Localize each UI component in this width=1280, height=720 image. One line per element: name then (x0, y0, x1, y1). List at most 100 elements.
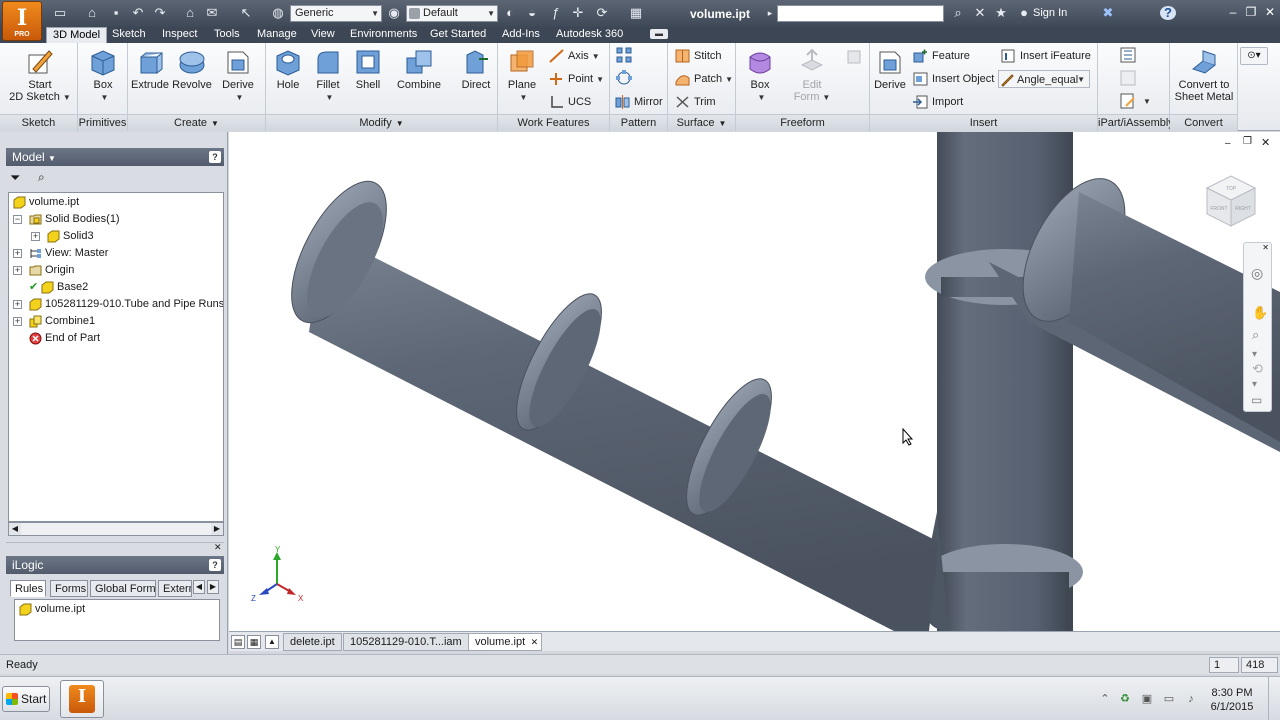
crosshair-icon[interactable]: ✛ (570, 6, 586, 20)
patch-button[interactable]: Patch ▼ (674, 70, 733, 88)
new-file-icon[interactable]: ▭ (52, 6, 68, 20)
doc-tab-tube-pipe-runs[interactable]: 105281129-010.T...iam (343, 633, 469, 651)
edit-form-button[interactable]: Edit Form ▼ (792, 47, 832, 103)
zoom-icon[interactable]: ⌕ (1252, 327, 1259, 343)
tools-icon[interactable]: ✕ (972, 6, 988, 20)
orbit-dropdown-icon[interactable]: ▾ (1252, 379, 1257, 390)
help-icon[interactable]: ? (209, 559, 221, 571)
open-file-icon[interactable]: ⌂ (84, 6, 100, 20)
scroll-left-icon[interactable]: ◀ (9, 523, 21, 535)
find-binoculars-icon[interactable]: ⌕ (38, 170, 45, 185)
ilogic-tab-forms[interactable]: Forms (50, 580, 88, 597)
shell-button[interactable]: Shell (350, 47, 386, 91)
mail-icon[interactable]: ✉ (204, 6, 220, 20)
redo-icon[interactable]: ↷ (152, 6, 168, 20)
help-icon[interactable]: ? (209, 151, 221, 163)
derive-button[interactable]: Derive ▼ (216, 47, 260, 103)
appearance-combo[interactable]: Default ▼ (406, 5, 498, 22)
exchange-apps-icon[interactable]: ✖ (1100, 6, 1116, 20)
ifeature-dropdown[interactable]: Angle_equal ▼ (998, 70, 1090, 88)
expand-icon[interactable]: + (13, 249, 22, 258)
collapse-icon[interactable]: − (13, 215, 22, 224)
expand-icon[interactable]: + (13, 300, 22, 309)
panel-title-modify[interactable]: Modify ▼ (266, 114, 497, 131)
panel-title-create[interactable]: Create ▼ (128, 114, 265, 131)
tile-grid-icon[interactable]: ▦ (247, 635, 261, 649)
tray-network-icon[interactable]: ♻ (1118, 692, 1132, 706)
edit-table-icon[interactable] (1120, 93, 1136, 109)
help-icon[interactable]: ? (1160, 6, 1176, 20)
graphics-window[interactable]: – ❐ ✕ TOP FRONT RIGHT Y X Z (229, 132, 1280, 631)
point-button[interactable]: Point ▼ (548, 70, 604, 88)
tree-node-combine1[interactable]: Combine1 (29, 313, 95, 330)
open-documents-menu-icon[interactable]: ▲ (265, 635, 279, 649)
binoculars-icon[interactable]: ⌕ (950, 6, 966, 20)
tile-horizontal-icon[interactable]: ▤ (231, 635, 245, 649)
clear-override-icon[interactable]: ◒ (524, 6, 540, 20)
extrude-button[interactable]: Extrude (130, 47, 170, 91)
create-ipart-icon[interactable] (1120, 47, 1136, 63)
orbit-icon[interactable]: ⟲ (1252, 361, 1263, 377)
convert-to-sheet-metal-button[interactable]: Convert to Sheet Metal (1172, 47, 1236, 103)
save-icon[interactable]: ▪ (108, 6, 124, 20)
trim-button[interactable]: Trim (674, 93, 716, 111)
tab-tools[interactable]: Tools (208, 27, 246, 43)
tab-inspect[interactable]: Inspect (156, 27, 203, 43)
select-mode-icon[interactable]: ↖ (238, 6, 254, 20)
show-desktop-button[interactable] (1268, 677, 1280, 720)
plane-button[interactable]: Plane ▼ (502, 47, 542, 103)
scroll-right-icon[interactable]: ▶ (211, 523, 223, 535)
view-close-icon[interactable]: ✕ (1261, 136, 1270, 149)
close-icon[interactable]: ✕ (1263, 5, 1277, 19)
tree-node-end-of-part[interactable]: End of Part (29, 330, 100, 347)
tree-node-base2[interactable]: ✔ Base2 (29, 279, 88, 296)
tabs-scroll-right-icon[interactable]: ▶ (207, 580, 219, 594)
tray-volume-icon[interactable]: ♪ (1184, 692, 1198, 706)
fillet-button[interactable]: Fillet ▼ (310, 47, 346, 103)
tree-node-tube-pipe-runs[interactable]: 105281129-010.Tube and Pipe Runs.iam (29, 296, 223, 313)
tree-horizontal-scrollbar[interactable]: ◀ ▶ (8, 522, 224, 536)
view-restore-icon[interactable]: ❐ (1243, 136, 1252, 147)
ilogic-rule-item[interactable]: volume.ipt (19, 601, 85, 618)
doc-tab-volume[interactable]: volume.ipt ✕ (468, 633, 543, 651)
tree-node-volume[interactable]: volume.ipt (13, 194, 79, 211)
insert-derive-button[interactable]: Derive (872, 47, 908, 91)
ribbon-options-button[interactable]: ⊙▾ (1240, 47, 1268, 65)
feature-button[interactable]: Feature (912, 47, 970, 65)
look-at-icon[interactable]: ▭ (1251, 393, 1262, 407)
ilogic-tab-rules[interactable]: Rules (10, 580, 46, 597)
ilogic-tab-global-forms[interactable]: Global Forms (90, 580, 156, 597)
home-icon[interactable]: ⌂ (182, 6, 198, 20)
chevron-down-icon[interactable]: ▼ (1143, 97, 1151, 106)
pan-icon[interactable]: ✋ (1252, 305, 1268, 321)
tab-autodesk-360[interactable]: Autodesk 360 (550, 27, 629, 43)
tree-node-view-master[interactable]: View: Master (29, 245, 108, 262)
revolve-button[interactable]: Revolve (170, 47, 214, 91)
tab-sketch[interactable]: Sketch (106, 27, 152, 43)
doc-tab-delete[interactable]: delete.ipt (283, 633, 342, 651)
tray-device-icon[interactable]: ▣ (1140, 692, 1154, 706)
combine-button[interactable]: Combine (394, 47, 444, 91)
mirror-button[interactable]: Mirror (614, 93, 663, 111)
freeform-box-button[interactable]: Box ▼ (742, 47, 778, 103)
expand-icon[interactable]: + (13, 266, 22, 275)
tray-monitor-icon[interactable]: ▭ (1162, 692, 1176, 706)
tabs-scroll-left-icon[interactable]: ◀ (193, 580, 205, 594)
tab-manage[interactable]: Manage (251, 27, 303, 43)
search-input[interactable] (777, 5, 944, 22)
close-icon[interactable]: ✕ (214, 542, 222, 553)
pane-splitter[interactable] (6, 542, 224, 548)
favorites-star-icon[interactable]: ★ (993, 6, 1009, 20)
close-icon[interactable]: ✕ (1262, 243, 1269, 252)
rectangular-pattern-icon[interactable] (616, 47, 632, 63)
steering-wheel-icon[interactable]: ◎ (1251, 265, 1263, 282)
fx-icon[interactable]: ƒ (548, 6, 564, 20)
expand-icon[interactable]: + (13, 317, 22, 326)
zoom-dropdown-icon[interactable]: ▾ (1252, 349, 1257, 360)
direct-edit-button[interactable]: Direct (456, 47, 496, 91)
view-minimize-icon[interactable]: – (1225, 138, 1231, 149)
ucs-button[interactable]: UCS (548, 93, 591, 111)
tab-environments[interactable]: Environments (344, 27, 423, 43)
tab-get-started[interactable]: Get Started (424, 27, 492, 43)
tab-add-ins[interactable]: Add-Ins (496, 27, 546, 43)
